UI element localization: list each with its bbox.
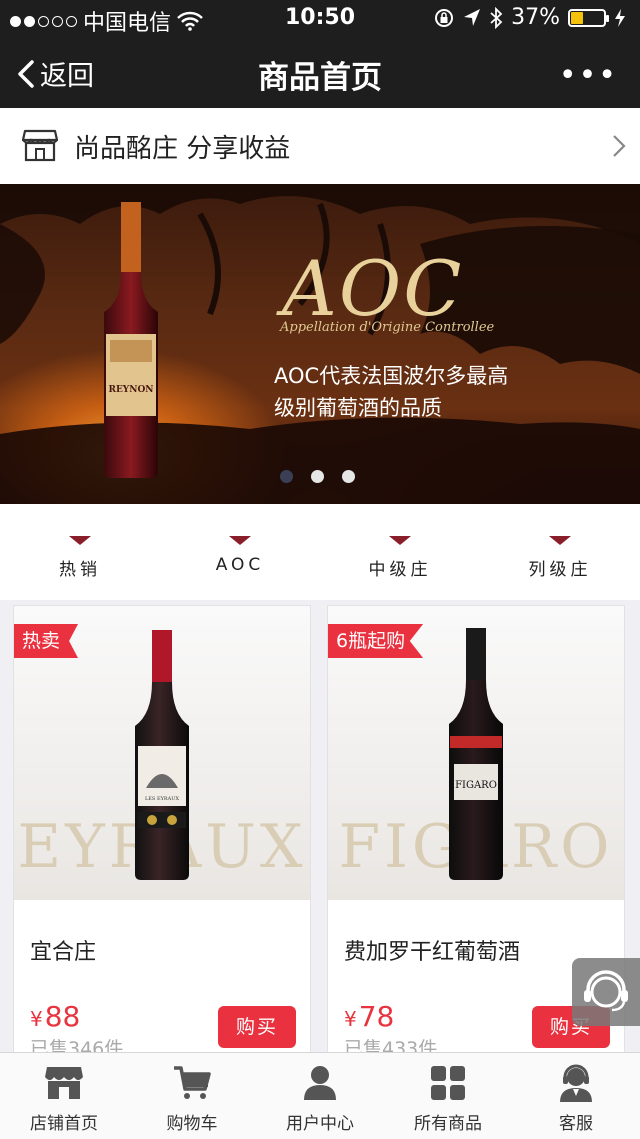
location-icon — [464, 8, 481, 26]
back-label: 返回 — [40, 61, 94, 92]
service-icon — [560, 1064, 592, 1102]
cart-icon — [174, 1066, 211, 1099]
store-icon — [22, 129, 58, 162]
bluetooth-icon — [490, 6, 503, 29]
grid-icon — [431, 1066, 465, 1100]
product-tag: 6瓶起购 — [328, 624, 424, 658]
product-price: ¥88 — [30, 1000, 81, 1033]
charging-icon — [615, 8, 625, 27]
banner-text-1: AOC代表法国波尔多最高 — [274, 364, 509, 388]
bottom-tab-bar: 店铺首页 购物车 用户中心 所有商品 客服 — [0, 1052, 640, 1139]
chevron-right-icon — [613, 135, 626, 157]
bottle-label: FIGARO — [455, 780, 497, 791]
bottle-label: LES EYRAUX — [145, 796, 180, 802]
category-label: AOC — [215, 555, 265, 575]
nav-bar: 返回 商品首页 ••• — [0, 36, 640, 108]
category-cru-bourgeois[interactable]: 中级庄 — [320, 504, 480, 600]
category-label: 热销 — [59, 560, 101, 580]
banner-subtitle: Appellation d'Origine Controllee — [280, 320, 495, 335]
user-icon — [304, 1066, 336, 1100]
category-aoc[interactable]: AOC — [160, 504, 320, 600]
battery-icon — [568, 8, 609, 27]
buy-button[interactable]: 购买 — [218, 1006, 296, 1048]
store-name: 尚品酩庄 分享收益 — [74, 134, 291, 164]
headset-icon — [584, 970, 628, 1012]
tab-customer-service[interactable]: 客服 — [512, 1053, 640, 1139]
chevron-left-icon — [18, 59, 34, 88]
tab-shop-home[interactable]: 店铺首页 — [0, 1053, 128, 1139]
back-button[interactable]: 返回 — [16, 54, 94, 93]
triangle-marker-icon — [389, 536, 411, 545]
product-price: ¥78 — [344, 1000, 395, 1033]
banner-text-2: 级别葡萄酒的品质 — [274, 396, 442, 420]
triangle-marker-icon — [229, 536, 251, 545]
triangle-marker-icon — [69, 536, 91, 545]
category-tabs: 热销 AOC 中级庄 列级庄 — [0, 504, 640, 600]
tab-all-products[interactable]: 所有商品 — [384, 1053, 512, 1139]
product-name[interactable]: 宜合庄 — [30, 934, 96, 966]
status-right: 37% — [433, 5, 626, 30]
tab-label: 购物车 — [166, 1114, 218, 1134]
category-label: 中级庄 — [368, 560, 432, 580]
product-card[interactable]: EYRAUX LES EYRAUX 热卖 宜合庄 ¥88 已售346件 购买 — [14, 606, 310, 1066]
triangle-marker-icon — [549, 536, 571, 545]
wine-bottle-image: REYNON — [104, 202, 158, 478]
tab-cart[interactable]: 购物车 — [128, 1053, 256, 1139]
battery-percent: 37% — [511, 5, 560, 30]
product-name[interactable]: 费加罗干红葡萄酒 — [344, 934, 520, 966]
wine-bottle-image: FIGARO — [449, 628, 503, 880]
carousel-dot[interactable] — [311, 470, 324, 483]
category-hot[interactable]: 热销 — [0, 504, 160, 600]
shop-icon — [45, 1067, 83, 1099]
tab-user-center[interactable]: 用户中心 — [256, 1053, 384, 1139]
category-grand-cru[interactable]: 列级庄 — [480, 504, 640, 600]
bottle-label: REYNON — [108, 385, 153, 395]
more-button[interactable]: ••• — [559, 58, 618, 93]
floating-service-button[interactable] — [572, 958, 640, 1026]
status-bar: 中国电信 10:50 37% — [0, 0, 640, 36]
carousel-dot[interactable] — [280, 470, 293, 483]
category-label: 列级庄 — [528, 560, 592, 580]
page-title: 商品首页 — [258, 60, 382, 96]
product-tag: 热卖 — [14, 624, 79, 658]
promo-banner[interactable]: REYNON AOC Appellation d'Origine Control… — [0, 184, 640, 504]
tab-label: 所有商品 — [414, 1114, 482, 1134]
store-header[interactable]: 尚品酩庄 分享收益 — [0, 108, 640, 184]
carousel-dot[interactable] — [342, 470, 355, 483]
tab-label: 用户中心 — [286, 1114, 354, 1134]
tab-label: 客服 — [559, 1114, 593, 1134]
carousel-indicator[interactable] — [280, 470, 355, 483]
tab-label: 店铺首页 — [30, 1114, 98, 1134]
wine-bottle-image: LES EYRAUX — [135, 630, 189, 880]
rotation-lock-icon — [435, 8, 454, 27]
